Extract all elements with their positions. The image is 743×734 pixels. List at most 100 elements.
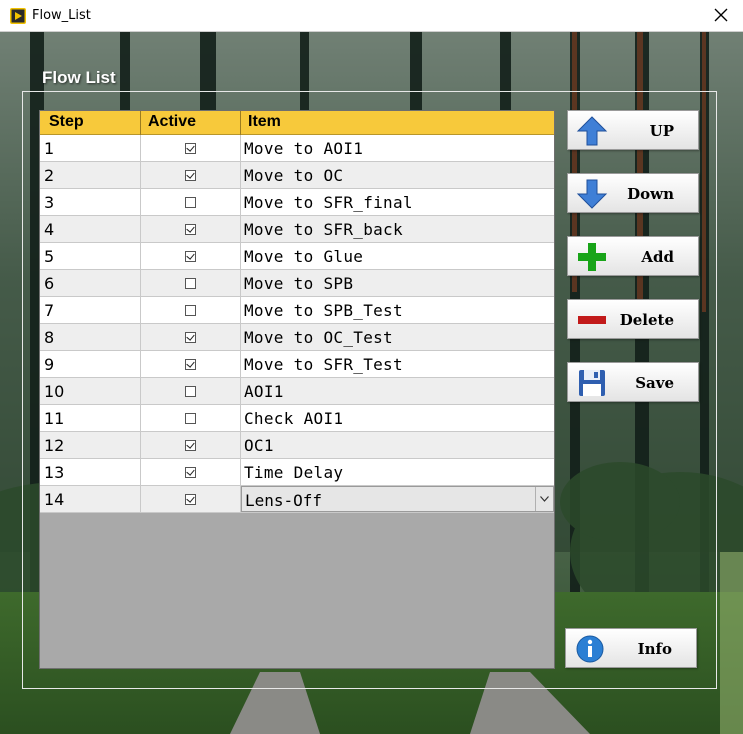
table-row[interactable]: 1 Move to AOI1 — [40, 135, 554, 162]
active-cell — [141, 189, 241, 215]
item-cell[interactable]: AOI1 — [241, 378, 554, 404]
active-checkbox[interactable] — [185, 385, 196, 397]
step-cell: 9 — [40, 351, 141, 377]
window-title: Flow_List — [32, 8, 91, 23]
group-title: Flow List — [42, 68, 116, 87]
step-cell: 8 — [40, 324, 141, 350]
delete-label: Delete — [619, 311, 674, 329]
table-row[interactable]: 14 Lens-Off — [40, 486, 554, 513]
table-row[interactable]: 3 Move to SFR_final — [40, 189, 554, 216]
item-cell[interactable]: OC1 — [241, 432, 554, 458]
active-checkbox[interactable] — [185, 169, 196, 181]
active-checkbox[interactable] — [185, 466, 196, 478]
item-cell[interactable]: Move to SFR_final — [241, 189, 554, 215]
table-row[interactable]: 2 Move to OC — [40, 162, 554, 189]
title-bar: Flow_List — [0, 0, 743, 32]
active-checkbox[interactable] — [185, 277, 196, 289]
item-cell[interactable]: Move to OC_Test — [241, 324, 554, 350]
item-cell[interactable]: Move to SPB — [241, 270, 554, 296]
active-checkbox[interactable] — [185, 250, 196, 262]
close-button[interactable] — [707, 2, 735, 28]
item-cell[interactable]: Move to SFR_back — [241, 216, 554, 242]
delete-button[interactable]: Delete — [567, 299, 699, 339]
floppy-disk-icon — [579, 370, 605, 396]
up-button[interactable]: UP — [567, 110, 699, 150]
step-cell: 7 — [40, 297, 141, 323]
table-row[interactable]: 9 Move to SFR_Test — [40, 351, 554, 378]
table-header: Step Active Item — [40, 111, 554, 135]
table-row[interactable]: 12 OC1 — [40, 432, 554, 459]
add-button[interactable]: Add — [567, 236, 699, 276]
close-icon — [714, 8, 728, 22]
active-checkbox[interactable] — [185, 439, 196, 451]
table-row[interactable]: 11 Check AOI1 — [40, 405, 554, 432]
up-label: UP — [649, 122, 674, 140]
step-cell: 2 — [40, 162, 141, 188]
item-cell[interactable]: Move to SFR_Test — [241, 351, 554, 377]
step-cell: 13 — [40, 459, 141, 485]
active-cell — [141, 162, 241, 188]
active-cell — [141, 135, 241, 161]
active-checkbox[interactable] — [185, 196, 196, 208]
header-step: Step — [49, 113, 84, 130]
active-checkbox[interactable] — [185, 331, 196, 343]
step-cell: 10 — [40, 378, 141, 404]
step-cell: 6 — [40, 270, 141, 296]
active-cell — [141, 297, 241, 323]
item-cell[interactable]: Move to AOI1 — [241, 135, 554, 161]
arrow-down-icon — [576, 179, 608, 209]
step-cell: 3 — [40, 189, 141, 215]
item-dropdown-value: Lens-Off — [245, 491, 323, 510]
save-label: Save — [635, 374, 674, 392]
active-cell — [141, 243, 241, 269]
table-row[interactable]: 5 Move to Glue — [40, 243, 554, 270]
add-label: Add — [641, 248, 674, 266]
table-row[interactable]: 8 Move to OC_Test — [40, 324, 554, 351]
active-cell — [141, 378, 241, 404]
item-cell[interactable]: Move to Glue — [241, 243, 554, 269]
active-checkbox[interactable] — [185, 412, 196, 424]
active-cell — [141, 270, 241, 296]
active-cell — [141, 459, 241, 485]
info-icon — [576, 635, 604, 663]
step-cell: 14 — [40, 486, 141, 512]
header-divider — [240, 111, 241, 135]
info-button[interactable]: Info — [565, 628, 697, 668]
header-divider — [140, 111, 141, 135]
header-active: Active — [148, 113, 197, 130]
active-cell — [141, 216, 241, 242]
table-row[interactable]: 7 Move to SPB_Test — [40, 297, 554, 324]
step-cell: 12 — [40, 432, 141, 458]
chevron-down-icon[interactable] — [535, 487, 553, 511]
table-row[interactable]: 6 Move to SPB — [40, 270, 554, 297]
active-cell — [141, 486, 241, 512]
item-cell[interactable]: Move to SPB_Test — [241, 297, 554, 323]
item-cell[interactable]: Check AOI1 — [241, 405, 554, 431]
active-cell — [141, 432, 241, 458]
active-checkbox[interactable] — [185, 493, 196, 505]
table-row[interactable]: 10 AOI1 — [40, 378, 554, 405]
active-cell — [141, 351, 241, 377]
info-label: Info — [637, 640, 672, 658]
table-row[interactable]: 4 Move to SFR_back — [40, 216, 554, 243]
table-row[interactable]: 13 Time Delay — [40, 459, 554, 486]
active-checkbox[interactable] — [185, 358, 196, 370]
flow-table[interactable]: Step Active Item 1 Move to AOI1 2 Move to O… — [39, 110, 555, 669]
plus-icon — [578, 243, 606, 271]
step-cell: 1 — [40, 135, 141, 161]
down-button[interactable]: Down — [567, 173, 699, 213]
step-cell: 11 — [40, 405, 141, 431]
active-cell — [141, 405, 241, 431]
active-checkbox[interactable] — [185, 142, 196, 154]
active-checkbox[interactable] — [185, 223, 196, 235]
labview-run-icon — [10, 8, 26, 24]
active-checkbox[interactable] — [185, 304, 196, 316]
save-button[interactable]: Save — [567, 362, 699, 402]
minus-icon — [578, 316, 606, 324]
active-cell — [141, 324, 241, 350]
item-dropdown[interactable]: Lens-Off — [241, 486, 554, 512]
step-cell: 5 — [40, 243, 141, 269]
item-cell[interactable]: Time Delay — [241, 459, 554, 485]
item-cell[interactable]: Move to OC — [241, 162, 554, 188]
down-label: Down — [627, 185, 674, 203]
